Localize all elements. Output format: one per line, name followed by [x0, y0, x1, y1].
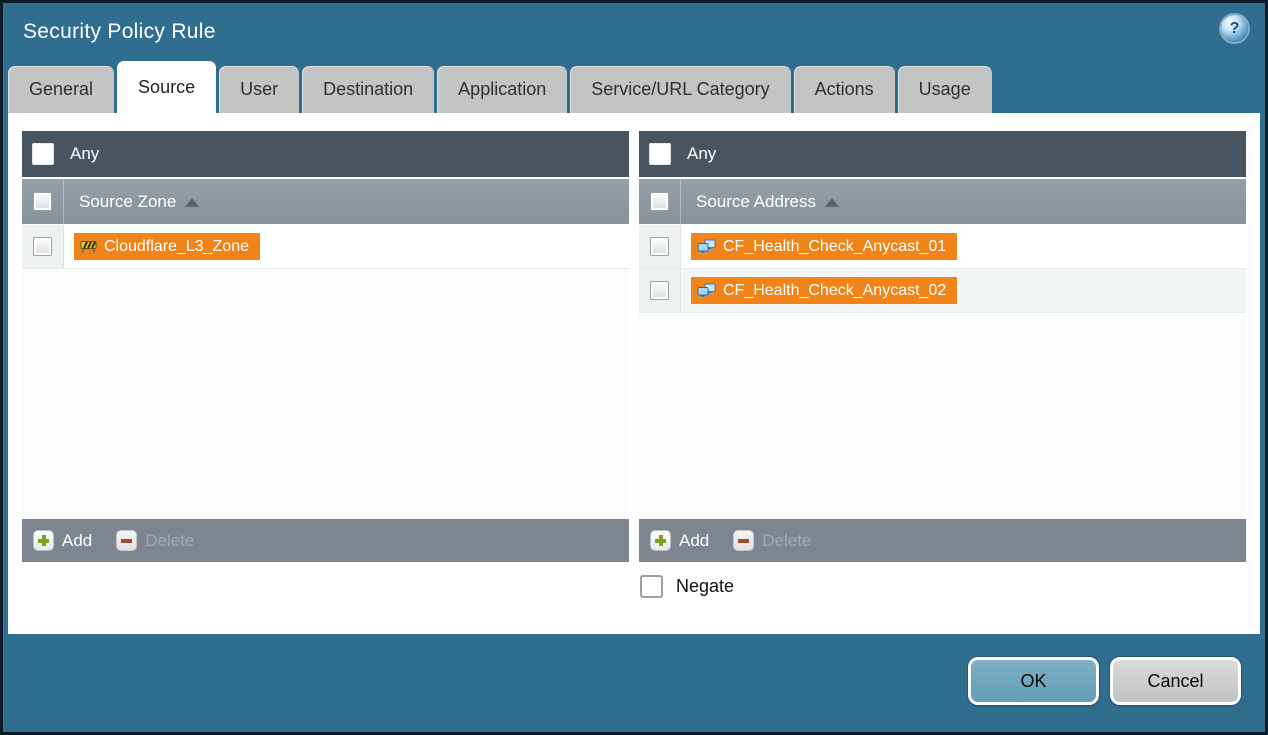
- tab-label: Service/URL Category: [591, 79, 769, 100]
- tab-label: General: [29, 79, 93, 100]
- source-zone-list: Cloudflare_L3_Zone: [22, 225, 629, 519]
- address-entry-pill[interactable]: CF_Health_Check_Anycast_02: [691, 277, 957, 304]
- table-row[interactable]: CF_Health_Check_Anycast_01: [639, 225, 1246, 269]
- zone-entry-pill[interactable]: Cloudflare_L3_Zone: [74, 233, 260, 260]
- column-header-source-zone[interactable]: Source Zone: [22, 179, 629, 224]
- ok-button[interactable]: OK: [968, 657, 1099, 705]
- header-checkbox-cell: [639, 179, 681, 224]
- plus-icon: [650, 530, 671, 551]
- select-all-checkbox[interactable]: [33, 192, 52, 211]
- tab[interactable]: General: [8, 66, 114, 113]
- row-checkbox[interactable]: [650, 281, 669, 300]
- row-checkbox-cell: [639, 269, 681, 312]
- header-checkbox-cell: [22, 179, 64, 224]
- help-glyph: ?: [1230, 20, 1240, 38]
- any-label: Any: [70, 144, 99, 164]
- source-panels: Any Source Zone: [22, 131, 1246, 562]
- row-body: Cloudflare_L3_Zone: [64, 225, 260, 268]
- negate-checkbox[interactable]: [640, 575, 663, 598]
- add-label: Add: [679, 531, 709, 551]
- delete-label: Delete: [145, 531, 194, 551]
- delete-button[interactable]: Delete: [116, 530, 194, 551]
- any-label: Any: [687, 144, 716, 164]
- tab[interactable]: Actions: [794, 66, 895, 113]
- any-checkbox[interactable]: [32, 143, 54, 165]
- tab[interactable]: User: [219, 66, 299, 113]
- row-checkbox[interactable]: [650, 237, 669, 256]
- row-body: CF_Health_Check_Anycast_01: [681, 225, 957, 268]
- zone-icon: [80, 240, 97, 254]
- row-body: CF_Health_Check_Anycast_02: [681, 269, 957, 312]
- minus-icon: [733, 530, 754, 551]
- sort-asc-icon: [185, 198, 199, 207]
- tab-label: User: [240, 79, 278, 100]
- tab-label: Source: [138, 77, 195, 98]
- dialog-action-bar: OK Cancel: [3, 634, 1265, 732]
- tab-label: Usage: [919, 79, 971, 100]
- row-checkbox-cell: [639, 225, 681, 268]
- row-label: CF_Health_Check_Anycast_01: [723, 238, 946, 256]
- cancel-button[interactable]: Cancel: [1110, 657, 1241, 705]
- help-icon[interactable]: ?: [1221, 15, 1248, 42]
- tab[interactable]: Usage: [898, 66, 992, 113]
- negate-label: Negate: [676, 576, 734, 597]
- source-address-panel: Any Source Address: [639, 131, 1246, 562]
- column-label: Source Address: [696, 192, 816, 212]
- dialog-content: Any Source Zone: [8, 113, 1260, 634]
- tab-bar: General Source User Destination Applicat…: [3, 61, 1265, 113]
- row-label: Cloudflare_L3_Zone: [104, 238, 249, 256]
- tab[interactable]: Source: [117, 61, 216, 113]
- tab[interactable]: Destination: [302, 66, 434, 113]
- address-entry-pill[interactable]: CF_Health_Check_Anycast_01: [691, 233, 957, 260]
- tab[interactable]: Service/URL Category: [570, 66, 790, 113]
- tab-label: Actions: [815, 79, 874, 100]
- select-all-checkbox[interactable]: [650, 192, 669, 211]
- plus-icon: [33, 530, 54, 551]
- source-zone-panel: Any Source Zone: [22, 131, 629, 562]
- tab[interactable]: Application: [437, 66, 567, 113]
- negate-control: Negate: [638, 575, 1246, 598]
- table-row[interactable]: CF_Health_Check_Anycast_02: [639, 269, 1246, 313]
- negate-spacer: [22, 575, 628, 598]
- source-address-any-bar: Any: [639, 131, 1246, 177]
- sort-asc-icon: [825, 198, 839, 207]
- row-checkbox[interactable]: [33, 237, 52, 256]
- address-icon: [697, 239, 716, 255]
- source-zone-any-bar: Any: [22, 131, 629, 177]
- delete-button[interactable]: Delete: [733, 530, 811, 551]
- negate-row: Negate: [22, 575, 1246, 598]
- address-icon: [697, 283, 716, 299]
- any-checkbox[interactable]: [649, 143, 671, 165]
- tab-label: Application: [458, 79, 546, 100]
- column-header-source-address[interactable]: Source Address: [639, 179, 1246, 224]
- dialog-title: Security Policy Rule: [23, 20, 216, 44]
- delete-label: Delete: [762, 531, 811, 551]
- tab-label: Destination: [323, 79, 413, 100]
- minus-icon: [116, 530, 137, 551]
- column-label: Source Zone: [79, 192, 176, 212]
- row-checkbox-cell: [22, 225, 64, 268]
- security-policy-rule-dialog: Security Policy Rule ? General Source Us…: [0, 0, 1268, 735]
- row-label: CF_Health_Check_Anycast_02: [723, 282, 946, 300]
- source-zone-footer: Add Delete: [22, 519, 629, 562]
- add-label: Add: [62, 531, 92, 551]
- source-address-footer: Add Delete: [639, 519, 1246, 562]
- add-button[interactable]: Add: [650, 530, 709, 551]
- table-row[interactable]: Cloudflare_L3_Zone: [22, 225, 629, 269]
- titlebar: Security Policy Rule ?: [3, 3, 1265, 61]
- add-button[interactable]: Add: [33, 530, 92, 551]
- source-address-list: CF_Health_Check_Anycast_01: [639, 225, 1246, 519]
